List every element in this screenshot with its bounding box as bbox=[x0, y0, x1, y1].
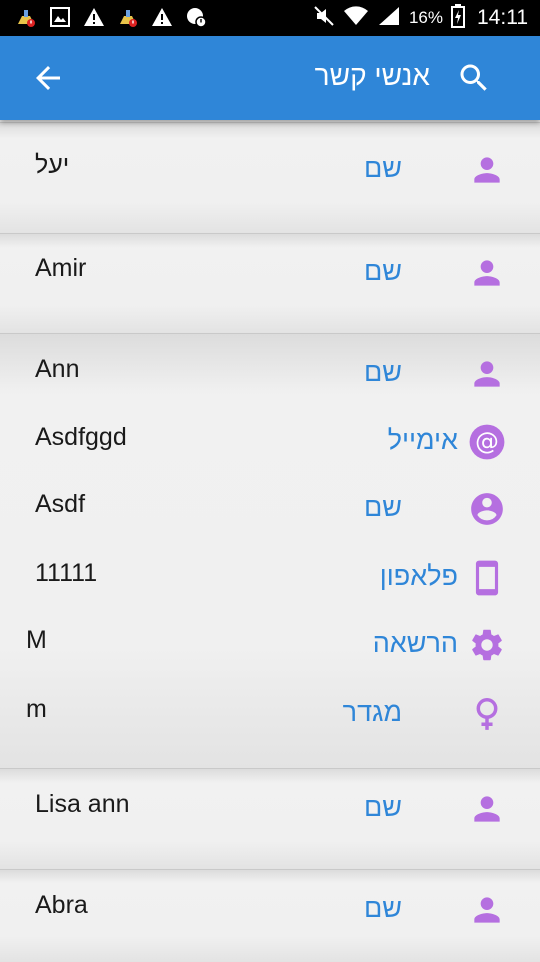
field-value: Amir bbox=[35, 254, 87, 282]
smartphone-icon bbox=[468, 559, 506, 597]
field-value: Abra bbox=[35, 891, 88, 919]
field-row: Asdf שם bbox=[0, 484, 540, 534]
person-icon bbox=[468, 790, 506, 828]
warning-icon bbox=[82, 5, 106, 29]
person-icon bbox=[468, 891, 506, 929]
female-icon bbox=[468, 695, 506, 733]
field-value: m bbox=[26, 695, 47, 723]
field-label: אימייל bbox=[387, 425, 458, 455]
field-row: Amir שם bbox=[0, 248, 540, 298]
mute-icon bbox=[313, 5, 335, 32]
page-title: אנשי קשר bbox=[314, 60, 430, 91]
cleaner-alert-icon bbox=[116, 5, 140, 29]
field-row: m מגדר bbox=[0, 689, 540, 739]
field-label: שם bbox=[363, 357, 402, 387]
svg-text:@: @ bbox=[475, 428, 499, 456]
signal-icon bbox=[377, 5, 401, 32]
field-label: שם bbox=[363, 256, 402, 286]
person-icon bbox=[468, 151, 506, 189]
battery-charging-icon bbox=[451, 3, 465, 33]
field-value: יעל bbox=[35, 151, 70, 179]
update-alert-icon bbox=[184, 5, 208, 29]
system-indicators: 16% 14:11 bbox=[313, 0, 528, 36]
field-row: Abra שם bbox=[0, 885, 540, 935]
app-bar: אנשי קשר bbox=[0, 36, 540, 120]
arrow-back-icon bbox=[36, 66, 60, 90]
field-row: יעל שם bbox=[0, 145, 540, 195]
account-circle-icon bbox=[468, 490, 506, 528]
warning-icon bbox=[150, 5, 174, 29]
field-value: Ann bbox=[35, 355, 80, 383]
search-button[interactable] bbox=[456, 60, 492, 96]
field-value: Asdfggd bbox=[35, 423, 127, 451]
person-icon bbox=[468, 254, 506, 292]
wifi-icon bbox=[343, 5, 369, 32]
field-label: הרשאה bbox=[372, 628, 458, 658]
field-row: 11111 פלאפון bbox=[0, 553, 540, 603]
field-label: שם bbox=[363, 153, 402, 183]
notification-icons bbox=[14, 5, 208, 29]
person-icon bbox=[468, 355, 506, 393]
gear-icon bbox=[468, 626, 506, 664]
field-value: Asdf bbox=[35, 490, 86, 518]
field-value: Lisa ann bbox=[35, 790, 130, 818]
at-icon: @ bbox=[468, 423, 506, 461]
field-row: M הרשאה bbox=[0, 620, 540, 670]
search-icon bbox=[460, 64, 487, 91]
contact-card[interactable]: Abra שם bbox=[0, 869, 540, 962]
contact-card[interactable]: Lisa ann שם bbox=[0, 768, 540, 869]
contact-card-expanded[interactable]: Ann שם Asdfggd אימייל @ Asdf שם 11111 פל… bbox=[0, 333, 540, 768]
field-row: Asdfggd אימייל @ bbox=[0, 417, 540, 467]
contact-card[interactable]: יעל שם bbox=[0, 122, 540, 233]
field-label: מגדר bbox=[342, 697, 402, 727]
cleaner-alert-icon bbox=[14, 5, 38, 29]
field-label: שם bbox=[363, 492, 402, 522]
contact-list: יעל שם Amir שם Ann שם Asdfggd אימייל @ A… bbox=[0, 122, 540, 962]
field-label: שם bbox=[363, 893, 402, 923]
field-value: 11111 bbox=[35, 559, 98, 587]
field-label: שם bbox=[363, 792, 402, 822]
field-label: פלאפון bbox=[379, 561, 458, 591]
battery-percent: 16% bbox=[408, 8, 443, 27]
clock: 14:11 bbox=[477, 6, 528, 29]
contact-card[interactable]: Amir שם bbox=[0, 233, 540, 333]
field-row: Ann שם bbox=[0, 349, 540, 399]
status-bar: 16% 14:11 bbox=[0, 0, 540, 36]
image-icon bbox=[48, 5, 72, 29]
back-button[interactable] bbox=[30, 60, 66, 96]
field-row: Lisa ann שם bbox=[0, 784, 540, 834]
field-value: M bbox=[26, 626, 47, 654]
